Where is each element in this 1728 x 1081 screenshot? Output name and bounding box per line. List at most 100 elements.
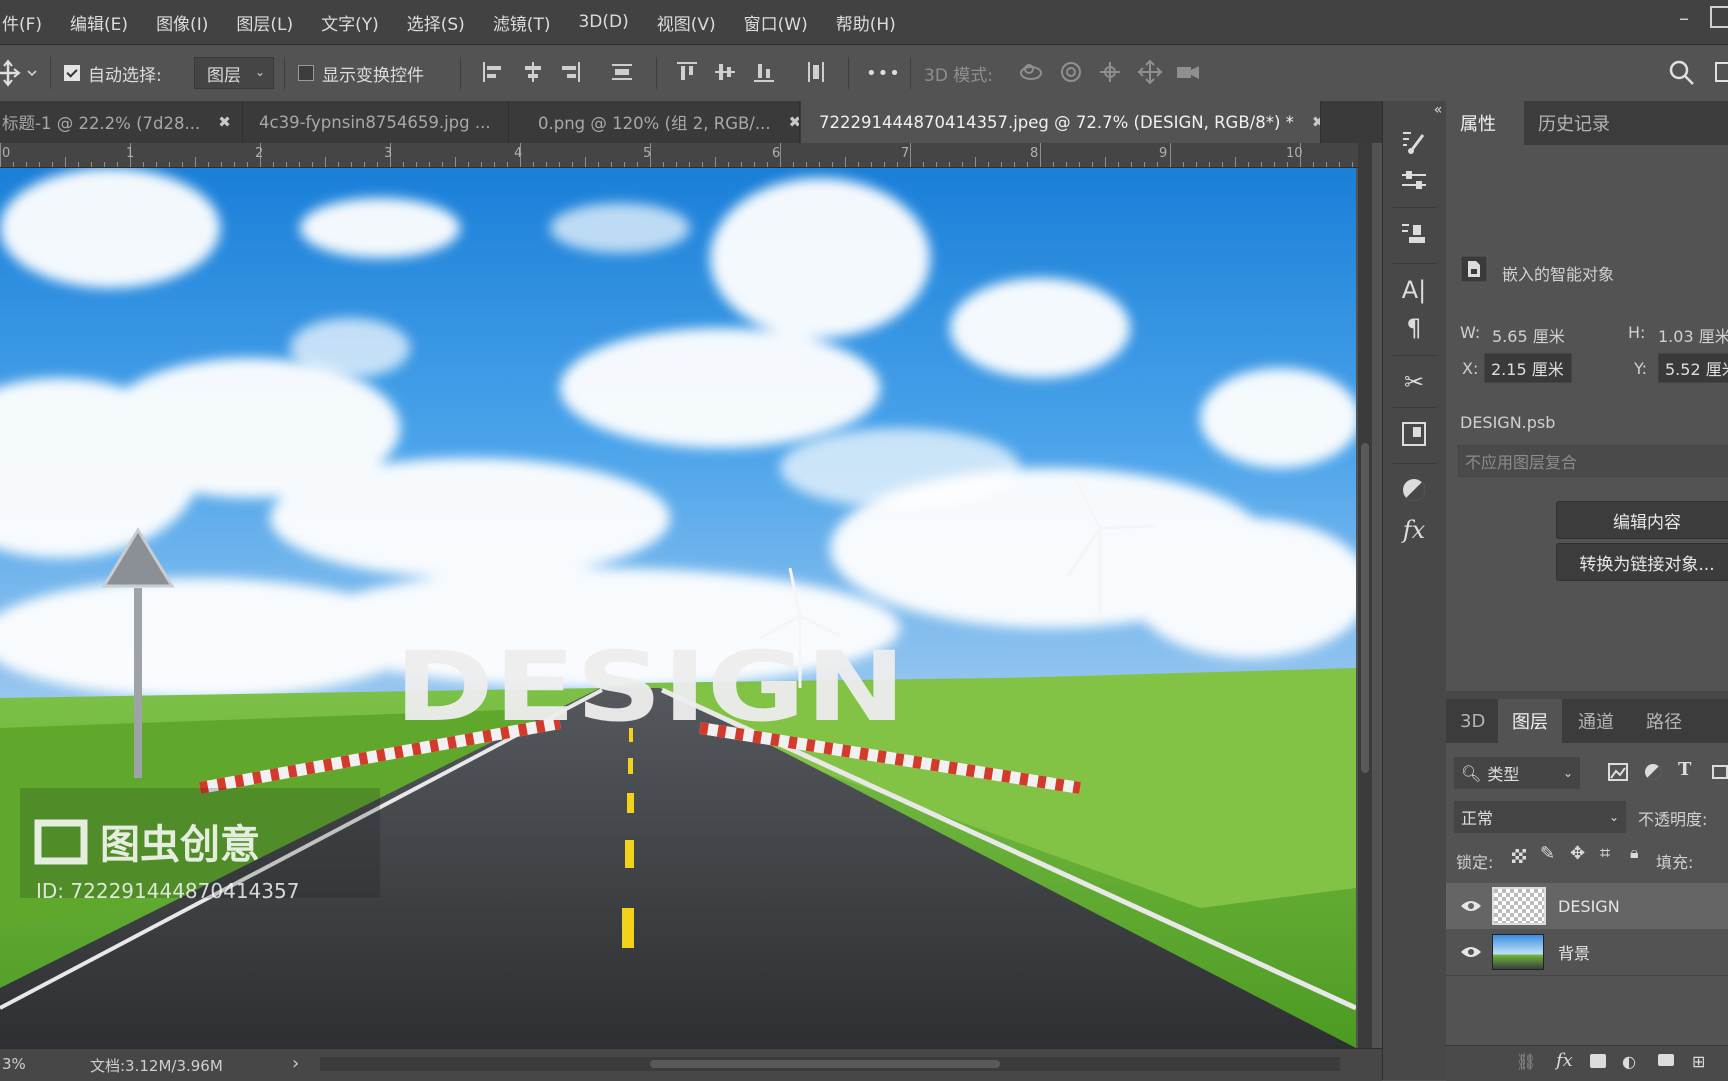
menu-help[interactable]: 帮助(H) <box>822 10 910 35</box>
ruler-tick <box>559 162 560 167</box>
align-right-icon[interactable] <box>557 59 583 85</box>
styles-fx-icon[interactable]: fx <box>1399 515 1429 545</box>
w-value[interactable]: 5.65 厘米 <box>1492 323 1565 347</box>
tab-document-active[interactable]: 722291444870414357.jpeg @ 72.7% (DESIGN,… <box>801 101 1321 143</box>
distribute-vertical-icon[interactable] <box>609 59 635 85</box>
tab-history[interactable]: 历史记录 <box>1524 101 1624 145</box>
tab-document-3[interactable]: 0.png @ 120% (组 2, RGB/...✖ <box>510 101 800 143</box>
navigator-icon[interactable] <box>1399 419 1429 449</box>
auto-select-toggle[interactable]: 自动选择: <box>64 45 162 101</box>
add-mask-icon[interactable] <box>1590 1054 1606 1068</box>
menu-edit[interactable]: 编辑(E) <box>56 10 142 35</box>
lock-artboard-icon[interactable]: ⌗ <box>1600 843 1610 864</box>
x-field[interactable]: 2.15 厘米 <box>1484 353 1572 383</box>
3d-pan-icon[interactable] <box>1097 59 1123 85</box>
menu-select[interactable]: 选择(S) <box>393 10 479 35</box>
ruler-tick <box>962 162 963 167</box>
horizontal-scrollbar[interactable] <box>320 1057 1340 1071</box>
show-transform-checkbox[interactable] <box>298 65 314 81</box>
menu-layer[interactable]: 图层(L) <box>222 10 307 35</box>
minimize-icon[interactable]: – <box>1670 8 1698 28</box>
ruler-tick <box>1131 162 1132 167</box>
auto-select-target-dropdown[interactable]: 图层 ⌄ <box>194 57 274 89</box>
3d-slide-icon[interactable] <box>1137 59 1163 85</box>
fx-icon[interactable]: fx <box>1556 1050 1573 1071</box>
layer-comp-select[interactable]: 不应用图层复合 <box>1458 445 1728 477</box>
search-icon[interactable] <box>1668 59 1696 87</box>
status-menu-arrow[interactable]: › <box>292 1053 299 1074</box>
brush-settings-icon[interactable] <box>1399 127 1429 157</box>
adjustment-layer-icon[interactable] <box>1399 475 1429 505</box>
layer-filter-dropdown[interactable]: 🔍︎ 类型 ⌄ <box>1454 757 1580 789</box>
new-fill-layer-icon[interactable]: ◐ <box>1622 1052 1636 1071</box>
y-field[interactable]: 5.52 厘米 <box>1658 353 1728 383</box>
tab-layers[interactable]: 图层 <box>1498 699 1562 743</box>
close-icon[interactable]: ✖ <box>1312 113 1321 131</box>
menu-file[interactable]: 件(F) <box>0 10 56 35</box>
layer-row-background[interactable]: 背景 <box>1446 929 1728 975</box>
layer-row-design[interactable]: DESIGN <box>1446 883 1728 929</box>
menu-type[interactable]: 文字(Y) <box>307 10 393 35</box>
filter-pixel-icon[interactable] <box>1608 763 1628 781</box>
show-transform-toggle[interactable]: 显示变换控件 <box>298 45 424 101</box>
link-layers-icon[interactable]: ⛓ <box>1516 1052 1536 1071</box>
layer-name: DESIGN <box>1558 897 1620 916</box>
tab-properties[interactable]: 属性 <box>1446 101 1524 145</box>
lock-position-icon[interactable]: ✥ <box>1570 843 1585 864</box>
adjustments-sliders-icon[interactable] <box>1399 165 1429 195</box>
tab-document-1[interactable]: 标题-1 @ 22.2% (7d28...✖ <box>0 101 243 143</box>
filter-shape-icon[interactable] <box>1710 763 1728 781</box>
align-bottom-icon[interactable] <box>751 59 777 85</box>
lock-all-icon[interactable]: 🔒︎ <box>1630 843 1639 863</box>
eye-icon[interactable] <box>1460 945 1482 959</box>
menu-view[interactable]: 视图(V) <box>643 10 730 35</box>
new-group-icon[interactable] <box>1658 1054 1674 1066</box>
filter-type-icon[interactable]: T <box>1678 759 1691 780</box>
lock-transparent-icon[interactable] <box>1512 849 1526 863</box>
document-info[interactable]: 文档:3.12M/3.96M <box>90 1055 223 1076</box>
convert-linked-button[interactable]: 转换为链接对象... <box>1556 543 1728 581</box>
align-center-h-icon[interactable] <box>520 59 546 85</box>
ruler-number: 10 <box>1286 146 1303 161</box>
tab-channels[interactable]: 通道 <box>1564 699 1628 743</box>
zoom-level[interactable]: 3% <box>2 1055 26 1073</box>
maximize-icon[interactable] <box>1710 6 1728 28</box>
lock-pixels-icon[interactable]: ✎ <box>1540 843 1555 864</box>
ruler-tick <box>624 162 625 167</box>
tab-label: 722291444870414357.jpeg @ 72.7% (DESIGN,… <box>819 113 1294 132</box>
blend-mode-dropdown[interactable]: 正常 ⌄ <box>1454 801 1626 833</box>
menu-3d[interactable]: 3D(D) <box>564 12 642 32</box>
tab-paths[interactable]: 路径 <box>1632 699 1696 743</box>
move-tool-icon[interactable] <box>0 45 40 101</box>
document-canvas[interactable]: DESIGN 图虫创意 ID: 722291444870414357 <box>0 168 1356 1048</box>
more-options-button[interactable]: ••• <box>866 45 901 101</box>
new-layer-icon[interactable]: ⊞ <box>1692 1052 1705 1071</box>
filter-adjustment-icon[interactable] <box>1644 763 1662 781</box>
tool-presets-icon[interactable]: ✂ <box>1399 367 1429 397</box>
clone-source-icon[interactable] <box>1399 219 1429 249</box>
workspace-icon[interactable] <box>1714 59 1728 85</box>
menu-window[interactable]: 窗口(W) <box>730 10 822 35</box>
tab-3d[interactable]: 3D <box>1446 699 1499 743</box>
edit-contents-button[interactable]: 编辑内容 <box>1556 501 1728 539</box>
ruler-tick <box>1222 162 1223 167</box>
auto-select-checkbox[interactable] <box>64 65 80 81</box>
3d-orbit-icon[interactable] <box>1018 59 1044 85</box>
character-icon[interactable]: A| <box>1399 275 1429 305</box>
close-icon[interactable]: ✖ <box>789 113 800 131</box>
align-middle-icon[interactable] <box>712 59 738 85</box>
close-icon[interactable]: ✖ <box>218 113 231 131</box>
vertical-scrollbar[interactable] <box>1358 143 1372 1048</box>
distribute-horizontal-icon[interactable] <box>803 59 829 85</box>
menu-filter[interactable]: 滤镜(T) <box>479 10 565 35</box>
paragraph-icon[interactable]: ¶ <box>1399 313 1429 343</box>
3d-roll-icon[interactable] <box>1058 59 1084 85</box>
h-value[interactable]: 1.03 厘米 <box>1658 323 1728 347</box>
tab-document-2[interactable]: 4c39-fypnsin8754659.jpg ...✖ <box>241 101 509 143</box>
menu-image[interactable]: 图像(I) <box>142 10 222 35</box>
align-top-icon[interactable] <box>674 59 700 85</box>
align-left-icon[interactable] <box>480 59 506 85</box>
ruler-tick <box>234 162 235 167</box>
3d-camera-icon[interactable] <box>1175 59 1201 85</box>
eye-icon[interactable] <box>1460 899 1482 913</box>
